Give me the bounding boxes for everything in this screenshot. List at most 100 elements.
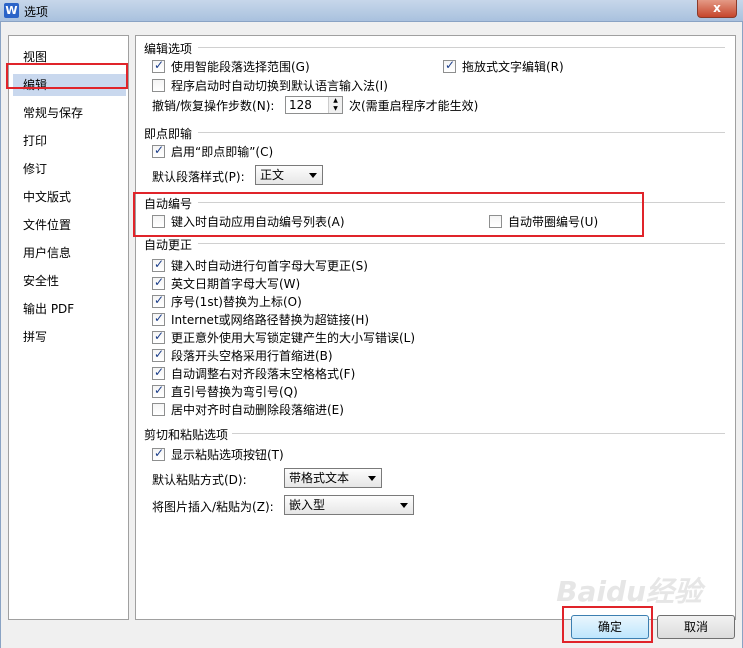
- autocorrect-label: 序号(1st)替换为上标(O): [171, 295, 302, 309]
- sidebar-item-print[interactable]: 打印: [13, 130, 126, 152]
- paragraph-style-row: 默认段落样式(P):: [152, 168, 245, 185]
- autocorrect-option[interactable]: 居中对齐时自动删除段落缩进(E): [152, 401, 344, 418]
- autocorrect-checkbox[interactable]: [152, 329, 165, 344]
- autocorrect-label: 直引号替换为弯引号(Q): [171, 385, 298, 399]
- paste-mode-value: 带格式文本: [289, 471, 350, 485]
- autocorrect-checkbox[interactable]: [152, 257, 165, 272]
- drag-drop-label: 拖放式文字编辑(R): [462, 60, 564, 74]
- section-title-edit-options: 编辑选项: [144, 42, 193, 56]
- autocorrect-checkbox[interactable]: [152, 275, 165, 290]
- autocorrect-label: 英文日期首字母大写(W): [171, 277, 301, 291]
- sidebar-item-user-info[interactable]: 用户信息: [13, 242, 126, 264]
- divider: [232, 433, 725, 434]
- sidebar-item-edit[interactable]: 编辑: [13, 74, 126, 96]
- click-type-option[interactable]: 启用“即点即输”(C): [152, 143, 273, 160]
- paragraph-style-value: 正文: [260, 168, 285, 182]
- undo-steps-note: 次(需重启程序才能生效): [349, 99, 479, 113]
- paragraph-style-select[interactable]: 正文: [255, 165, 323, 185]
- section-title-auto-number: 自动编号: [144, 197, 193, 211]
- ok-button[interactable]: 确定: [571, 615, 649, 639]
- autocorrect-label: 自动调整右对齐段落末空格格式(F): [171, 367, 356, 381]
- sidebar-item-export-pdf[interactable]: 输出 PDF: [13, 298, 126, 320]
- autocorrect-checkbox[interactable]: [152, 383, 165, 398]
- undo-steps-stepper[interactable]: 128 ▲ ▼: [285, 96, 343, 114]
- smart-select-checkbox[interactable]: [152, 58, 165, 73]
- autocorrect-option[interactable]: 段落开头空格采用行首缩进(B): [152, 347, 333, 364]
- autocorrect-option[interactable]: 英文日期首字母大写(W): [152, 275, 300, 292]
- autocorrect-checkbox[interactable]: [152, 403, 165, 416]
- circle-number-option[interactable]: 自动带圈编号(U): [489, 213, 598, 230]
- smart-select-option[interactable]: 使用智能段落选择范围(G): [152, 58, 310, 75]
- chevron-down-icon: [309, 173, 317, 178]
- divider: [198, 47, 725, 48]
- sidebar-item-spelling[interactable]: 拼写: [13, 326, 126, 348]
- paste-button-checkbox[interactable]: [152, 446, 165, 461]
- autocorrect-option[interactable]: 键入时自动进行句首字母大写更正(S): [152, 257, 368, 274]
- drag-drop-option[interactable]: 拖放式文字编辑(R): [443, 58, 564, 75]
- stepper-buttons[interactable]: ▲ ▼: [328, 97, 342, 113]
- paste-button-label: 显示粘贴选项按钮(T): [171, 448, 284, 462]
- cancel-button[interactable]: 取消: [657, 615, 735, 639]
- options-dialog: 视图 编辑 常规与保存 打印 修订 中文版式 文件位置 用户信息 安全性 输出 …: [0, 22, 743, 648]
- settings-panel: 编辑选项 使用智能段落选择范围(G) 拖放式文字编辑(R) 程序启动时自动切换到…: [135, 35, 736, 620]
- autocorrect-option[interactable]: Internet或网络路径替换为超链接(H): [152, 311, 369, 328]
- auto-list-label: 键入时自动应用自动编号列表(A): [171, 215, 345, 229]
- title-bar: W 选项 x: [0, 0, 743, 22]
- close-button[interactable]: x: [697, 0, 737, 18]
- circle-number-checkbox[interactable]: [489, 215, 502, 228]
- auto-ime-option[interactable]: 程序启动时自动切换到默认语言输入法(I): [152, 77, 388, 94]
- baidu-watermark: Baidu经验: [556, 575, 702, 608]
- circle-number-label: 自动带圈编号(U): [508, 215, 599, 229]
- autocorrect-label: 更正意外使用大写锁定键产生的大小写错误(L): [171, 331, 416, 345]
- smart-select-label: 使用智能段落选择范围(G): [171, 60, 310, 74]
- autocorrect-label: 段落开头空格采用行首缩进(B): [171, 349, 333, 363]
- sidebar-item-security[interactable]: 安全性: [13, 270, 126, 292]
- auto-list-option[interactable]: 键入时自动应用自动编号列表(A): [152, 213, 345, 230]
- auto-ime-label: 程序启动时自动切换到默认语言输入法(I): [171, 79, 388, 93]
- divider: [198, 243, 725, 244]
- autocorrect-checkbox[interactable]: [152, 311, 165, 326]
- window-title: 选项: [24, 5, 49, 19]
- click-type-label: 启用“即点即输”(C): [171, 145, 274, 159]
- picture-insert-row: 将图片插入/粘贴为(Z):: [152, 498, 274, 515]
- sidebar-item-general-save[interactable]: 常规与保存: [13, 102, 126, 124]
- stepper-down-icon[interactable]: ▼: [329, 105, 342, 113]
- autocorrect-option[interactable]: 序号(1st)替换为上标(O): [152, 293, 302, 310]
- drag-drop-checkbox[interactable]: [443, 58, 456, 73]
- autocorrect-checkbox[interactable]: [152, 293, 165, 308]
- picture-insert-label: 将图片插入/粘贴为(Z):: [152, 500, 274, 514]
- paste-mode-label: 默认粘贴方式(D):: [152, 473, 247, 487]
- chevron-down-icon: [368, 476, 376, 481]
- section-title-click-type: 即点即输: [144, 127, 193, 141]
- sidebar-item-file-location[interactable]: 文件位置: [13, 214, 126, 236]
- autocorrect-option[interactable]: 直引号替换为弯引号(Q): [152, 383, 298, 400]
- paste-button-option[interactable]: 显示粘贴选项按钮(T): [152, 446, 284, 463]
- app-logo-icon: W: [4, 3, 19, 18]
- autocorrect-option[interactable]: 更正意外使用大写锁定键产生的大小写错误(L): [152, 329, 415, 346]
- divider: [198, 202, 725, 203]
- undo-note-row: 次(需重启程序才能生效): [349, 97, 478, 114]
- autocorrect-checkbox[interactable]: [152, 347, 165, 362]
- section-title-auto-correct: 自动更正: [144, 238, 193, 252]
- autocorrect-label: 居中对齐时自动删除段落缩进(E): [171, 403, 344, 417]
- autocorrect-checkbox[interactable]: [152, 365, 165, 380]
- chevron-down-icon: [400, 503, 408, 508]
- stepper-up-icon[interactable]: ▲: [329, 97, 342, 105]
- autocorrect-label: 键入时自动进行句首字母大写更正(S): [171, 259, 368, 273]
- paste-mode-select[interactable]: 带格式文本: [284, 468, 382, 488]
- click-type-checkbox[interactable]: [152, 143, 165, 158]
- autocorrect-option[interactable]: 自动调整右对齐段落末空格格式(F): [152, 365, 355, 382]
- sidebar-item-revision[interactable]: 修订: [13, 158, 126, 180]
- picture-insert-value: 嵌入型: [289, 498, 326, 512]
- paste-mode-row: 默认粘贴方式(D):: [152, 471, 247, 488]
- autocorrect-label: Internet或网络路径替换为超链接(H): [171, 313, 370, 327]
- auto-ime-checkbox[interactable]: [152, 79, 165, 92]
- auto-list-checkbox[interactable]: [152, 215, 165, 228]
- undo-steps-row: 撤销/恢复操作步数(N):: [152, 97, 274, 114]
- picture-insert-select[interactable]: 嵌入型: [284, 495, 414, 515]
- paragraph-style-label: 默认段落样式(P):: [152, 170, 245, 184]
- undo-steps-label: 撤销/恢复操作步数(N):: [152, 99, 275, 113]
- sidebar-item-view[interactable]: 视图: [13, 46, 126, 68]
- sidebar-item-chinese-layout[interactable]: 中文版式: [13, 186, 126, 208]
- undo-steps-value: 128: [289, 98, 312, 112]
